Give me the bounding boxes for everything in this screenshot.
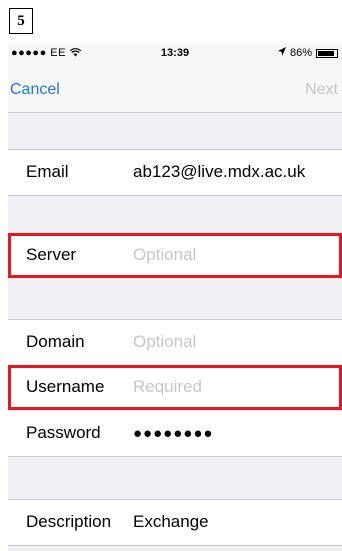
email-row[interactable]: Email ab123@live.mdx.ac.uk	[8, 150, 342, 195]
username-field[interactable]: Required	[133, 377, 202, 397]
password-field[interactable]: ●●●●●●●●	[133, 425, 213, 442]
cancel-button[interactable]: Cancel	[10, 81, 60, 99]
battery-icon	[316, 48, 338, 58]
server-field[interactable]: Optional	[133, 245, 196, 265]
divider	[8, 195, 342, 196]
description-label: Description	[26, 512, 112, 531]
username-row[interactable]: Username Required	[8, 365, 342, 410]
username-label: Username	[26, 377, 105, 396]
domain-field[interactable]: Optional	[133, 332, 196, 352]
password-label: Password	[26, 423, 101, 442]
password-row[interactable]: Password ●●●●●●●●	[8, 411, 342, 456]
description-row[interactable]: Description Exchange	[8, 500, 342, 545]
step-number-badge: 5	[9, 8, 33, 34]
email-label: Email	[26, 162, 69, 181]
domain-label: Domain	[26, 332, 85, 351]
divider	[8, 456, 342, 457]
server-label: Server	[26, 245, 77, 264]
phone-screen: ●●●●● EE 13:39 86% Cancel Next Email ab1…	[8, 44, 342, 551]
next-button[interactable]: Next	[305, 81, 338, 99]
divider	[8, 545, 342, 546]
navigation-bar: Cancel Next	[8, 64, 342, 113]
battery-percent: 86%	[289, 47, 312, 59]
email-field[interactable]: ab123@live.mdx.ac.uk	[133, 162, 305, 182]
status-bar: ●●●●● EE 13:39 86%	[8, 44, 342, 64]
domain-row[interactable]: Domain Optional	[8, 320, 342, 365]
location-arrow-icon	[277, 47, 286, 59]
description-field[interactable]: Exchange	[133, 512, 209, 532]
status-right: 86%	[277, 47, 338, 59]
server-row[interactable]: Server Optional	[8, 233, 342, 278]
